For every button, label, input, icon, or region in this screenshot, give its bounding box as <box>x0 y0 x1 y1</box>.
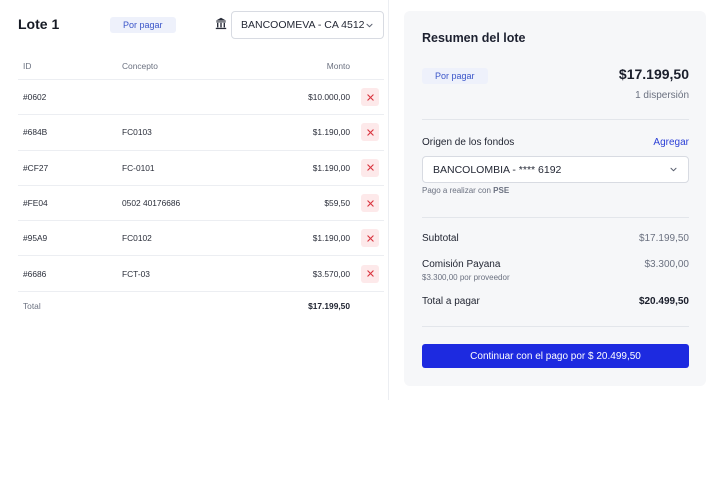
payment-method: PSE <box>493 186 510 195</box>
funds-origin-value: BANCOLOMBIA - **** 6192 <box>433 163 562 176</box>
payments-table: ID Concepto Monto #0602 $10.000,00 #684B… <box>18 52 384 320</box>
remove-row-button[interactable] <box>361 158 379 177</box>
row-id: #684B <box>23 127 48 138</box>
row-concept: FC-0101 <box>122 162 155 173</box>
add-funds-link[interactable]: Agregar <box>653 137 689 148</box>
table-row: #0602 $10.000,00 <box>18 80 384 116</box>
payment-method-note-prefix: Pago a realizar con <box>422 186 494 195</box>
column-header-amount: Monto <box>326 60 350 71</box>
remove-row-button[interactable] <box>361 194 379 213</box>
summary-title: Resumen del lote <box>422 31 526 45</box>
row-amount: $10.000,00 <box>308 92 350 103</box>
total-label: Total <box>23 300 41 311</box>
row-amount: $1.190,00 <box>312 233 350 244</box>
close-icon <box>366 93 374 101</box>
row-concept: FC0103 <box>122 127 152 138</box>
row-id: #6686 <box>23 268 47 279</box>
divider <box>422 217 689 218</box>
row-concept: FCT-03 <box>122 268 150 279</box>
divider <box>422 326 689 327</box>
table-total-row: Total $17.199,50 <box>18 292 384 320</box>
table-row: #FE04 0502 40176686 $59,50 <box>18 186 384 222</box>
remove-row-button[interactable] <box>361 123 379 142</box>
bank-icon <box>215 17 227 30</box>
close-icon <box>366 129 374 136</box>
bank-account-value: BANCOOMEVA - CA 4512 <box>241 19 365 31</box>
payment-method-note: Pago a realizar con PSE <box>422 186 509 195</box>
lote-header: Lote 1 Por pagar BANCOOMEVA - CA 4512 <box>18 11 384 39</box>
table-row: #CF27 FC-0101 $1.190,00 <box>18 151 384 186</box>
total-to-pay-label: Total a pagar <box>422 296 480 307</box>
column-header-concept: Concepto <box>122 60 158 71</box>
status-badge: Por pagar <box>110 17 176 33</box>
row-concept: 0502 40176686 <box>122 198 181 209</box>
remove-row-button[interactable] <box>361 88 379 107</box>
row-id: #0602 <box>23 92 47 103</box>
row-amount: $1.190,00 <box>312 127 350 138</box>
subtotal-value: $17.199,50 <box>638 233 689 244</box>
chevron-down-icon <box>670 167 677 172</box>
total-amount: $17.199,50 <box>308 300 350 311</box>
row-amount: $3.570,00 <box>312 268 350 279</box>
summary-panel: Resumen del lote Por pagar $17.199,50 1 … <box>404 11 706 386</box>
close-icon <box>366 270 374 277</box>
chevron-down-icon <box>366 23 373 27</box>
table-row: #684B FC0103 $1.190,00 <box>18 115 384 151</box>
row-id: #CF27 <box>23 162 49 173</box>
subtotal-label: Subtotal <box>422 233 459 244</box>
row-id: #95A9 <box>23 233 48 244</box>
dispersion-count: 1 dispersión <box>635 90 689 101</box>
commission-note: $3.300,00 por proveedor <box>422 273 510 282</box>
close-icon <box>366 164 374 171</box>
lote-title: Lote 1 <box>18 16 60 32</box>
continue-payment-button[interactable]: Continuar con el pago por $ 20.499,50 <box>422 344 689 368</box>
row-amount: $1.190,00 <box>312 162 350 173</box>
close-icon <box>366 199 374 207</box>
table-row: #6686 FCT-03 $3.570,00 <box>18 256 384 292</box>
summary-amount: $17.199,50 <box>618 66 689 82</box>
row-id: #FE04 <box>23 198 48 209</box>
close-icon <box>366 235 374 242</box>
divider <box>422 119 689 120</box>
row-concept: FC0102 <box>122 233 152 244</box>
column-header-id: ID <box>23 60 32 71</box>
remove-row-button[interactable] <box>361 229 379 248</box>
funds-origin-select[interactable]: BANCOLOMBIA - **** 6192 <box>422 156 689 183</box>
bank-account-select[interactable]: BANCOOMEVA - CA 4512 <box>231 11 384 39</box>
summary-status-badge: Por pagar <box>422 68 488 84</box>
total-to-pay-value: $20.499,50 <box>638 296 689 307</box>
commission-label: Comisión Payana <box>422 259 501 270</box>
table-header-row: ID Concepto Monto <box>18 52 384 80</box>
lote-panel: Lote 1 Por pagar BANCOOMEVA - CA 4512 ID… <box>0 0 389 400</box>
row-amount: $59,50 <box>324 198 350 209</box>
funds-origin-label: Origen de los fondos <box>422 137 515 148</box>
table-row: #95A9 FC0102 $1.190,00 <box>18 221 384 257</box>
remove-row-button[interactable] <box>361 264 379 283</box>
commission-value: $3.300,00 <box>644 259 690 270</box>
